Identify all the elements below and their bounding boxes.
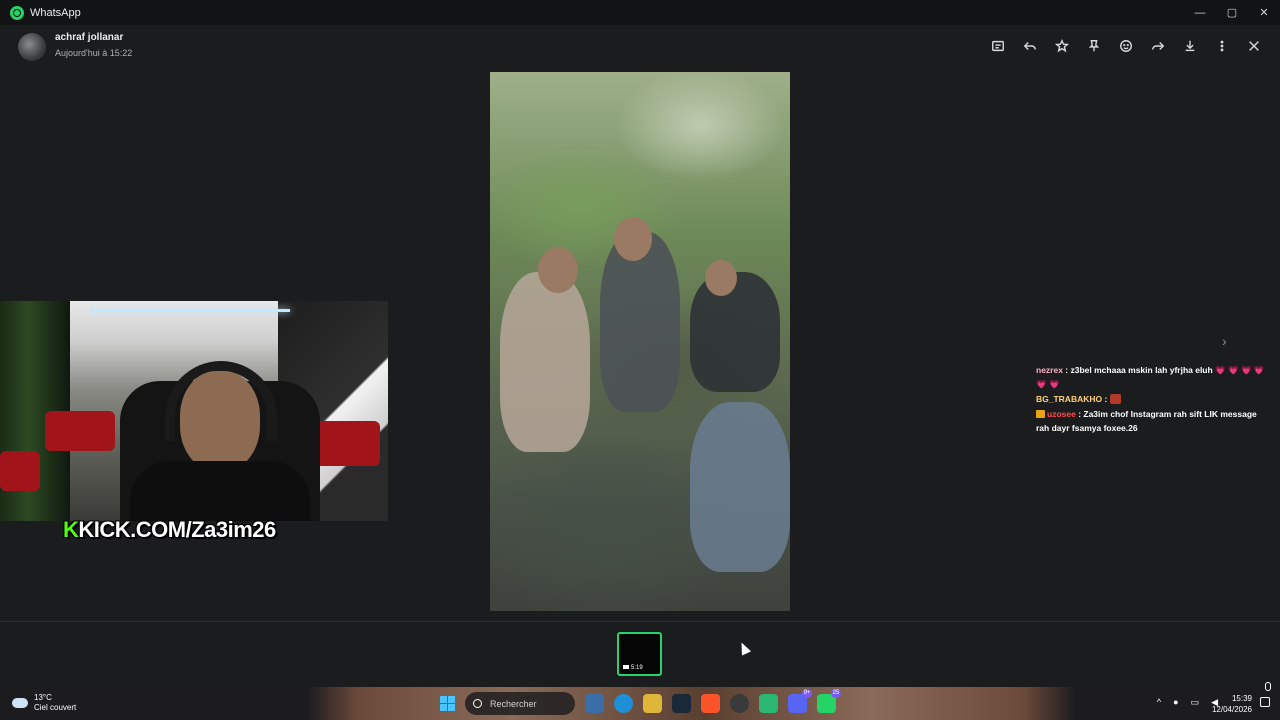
webcam-couch	[0, 451, 40, 491]
webcam-couch	[45, 411, 115, 451]
video-camera-icon	[623, 665, 629, 669]
title-bar: WhatsApp — ▢ ✕	[0, 0, 1280, 25]
pin-icon	[1088, 40, 1100, 52]
temperature: 13°C	[34, 693, 52, 702]
chat-username: nezrex	[1036, 365, 1063, 375]
taskbar-apps: 9+ 25	[585, 689, 841, 713]
search-placeholder: Rechercher	[490, 698, 537, 709]
viewer-header: achraf jollanar Aujourd'hui à 15:22	[0, 25, 1280, 70]
reply-icon	[1023, 42, 1036, 50]
video-person-head	[705, 260, 737, 296]
weather-text: 13°C Ciel couvert	[34, 693, 76, 713]
message-timestamp: Aujourd'hui à 15:22	[55, 48, 133, 58]
weather-condition: Ciel couvert	[34, 703, 77, 712]
download-icon	[1185, 40, 1195, 52]
discord-badge: 9+	[802, 689, 812, 698]
media-thumbnail[interactable]: 5:19	[617, 632, 662, 676]
chat-username: uzosee	[1047, 409, 1076, 419]
next-media-chevron-icon[interactable]: ›	[1222, 333, 1227, 349]
windows-start-icon[interactable]	[440, 696, 455, 711]
forward-icon	[1152, 42, 1165, 50]
edge-icon[interactable]	[614, 694, 633, 713]
chat-text: z3bel mchaaa mskin lah yfrjha eluh	[1070, 365, 1213, 375]
more-options-button[interactable]	[1206, 35, 1238, 57]
sub-badge-icon	[1036, 410, 1045, 418]
system-clock[interactable]: 15:39 12/04/2026	[1212, 693, 1252, 715]
video-person	[690, 272, 780, 392]
webcam-ceiling-light	[90, 309, 290, 312]
avatar[interactable]	[18, 33, 46, 61]
taskbar-search[interactable]: Rechercher	[465, 692, 575, 715]
video-player[interactable]	[490, 72, 790, 611]
kick-logo: K	[63, 517, 79, 542]
minimize-button[interactable]: —	[1184, 0, 1216, 25]
chevron-up-icon[interactable]: ^	[1157, 697, 1161, 708]
react-button[interactable]	[1110, 35, 1142, 57]
forward-button[interactable]	[1142, 35, 1174, 57]
contact-name[interactable]: achraf jollanar	[55, 32, 123, 43]
video-person	[500, 272, 590, 452]
brave-icon[interactable]	[701, 694, 720, 713]
emote-icon	[1109, 394, 1121, 404]
app-title: WhatsApp	[30, 6, 81, 19]
whatsapp-badge: 25	[831, 689, 841, 698]
clock-time: 15:39	[1231, 694, 1252, 703]
whatsapp-icon[interactable]: 25	[817, 689, 841, 713]
star-button[interactable]	[1046, 35, 1078, 57]
thumbnail-duration: 5:19	[623, 665, 643, 671]
close-viewer-button[interactable]	[1238, 35, 1270, 57]
go-to-message-button[interactable]	[982, 35, 1014, 57]
download-button[interactable]	[1174, 35, 1206, 57]
microphone-icon[interactable]: ●	[1173, 697, 1178, 708]
chat-separator: :	[1102, 394, 1110, 404]
stream-chat: nezrex : z3bel mchaaa mskin lah yfrjha e…	[1036, 363, 1272, 436]
mic-in-use-icon	[1265, 682, 1271, 691]
streamer-torso	[130, 461, 310, 521]
window-controls: — ▢ ✕	[1184, 0, 1280, 25]
video-person-head	[538, 247, 578, 293]
discord-icon[interactable]: 9+	[788, 689, 812, 713]
chat-message: nezrex : z3bel mchaaa mskin lah yfrjha e…	[1036, 363, 1272, 391]
message-icon	[992, 40, 1004, 52]
system-tray: ^ ● ▭ ◀	[1157, 697, 1218, 708]
steam-icon[interactable]	[672, 694, 691, 713]
kick-banner: KKICK.COM/Za3im26	[63, 517, 276, 543]
network-icon[interactable]: ▭	[1191, 697, 1200, 708]
whatsapp-logo-icon	[10, 5, 24, 20]
reply-button[interactable]	[1014, 35, 1046, 57]
cloud-icon	[12, 698, 28, 708]
file-explorer-icon[interactable]	[643, 694, 662, 713]
chat-separator: :	[1062, 365, 1071, 375]
emoji-icon	[1120, 40, 1132, 52]
notification-icon[interactable]	[1260, 697, 1270, 707]
chat-username: BG_TRABAKHO	[1036, 394, 1103, 404]
globe-app-icon[interactable]	[585, 694, 604, 713]
kick-url: KICK.COM/Za3im26	[78, 517, 276, 542]
streamer-face	[180, 371, 260, 471]
webcam-overlay	[0, 301, 388, 521]
search-icon	[473, 699, 482, 708]
thumbnail-strip: 5:19	[0, 621, 1280, 687]
duration-label: 5:19	[631, 665, 643, 671]
weather-widget[interactable]: 13°C Ciel couvert	[12, 693, 76, 713]
pin-button[interactable]	[1078, 35, 1110, 57]
chat-message: uzosee : Za3im chof Instagram rah sift L…	[1036, 407, 1272, 435]
chat-message: BG_TRABAKHO :	[1036, 392, 1272, 406]
maximize-button[interactable]: ▢	[1216, 0, 1248, 25]
more-icon	[1220, 40, 1224, 52]
taskbar: 13°C Ciel couvert Rechercher 9+ 25 ^ ● ▭…	[0, 682, 1280, 720]
android-app-icon[interactable]	[759, 694, 778, 713]
star-icon	[1055, 39, 1069, 53]
obs-icon[interactable]	[730, 694, 749, 713]
close-icon	[1249, 41, 1259, 51]
close-window-button[interactable]: ✕	[1248, 0, 1280, 25]
video-person-head	[614, 217, 652, 261]
video-person	[690, 402, 790, 572]
clock-date: 12/04/2026	[1211, 705, 1252, 714]
viewer-toolbar	[982, 35, 1270, 57]
